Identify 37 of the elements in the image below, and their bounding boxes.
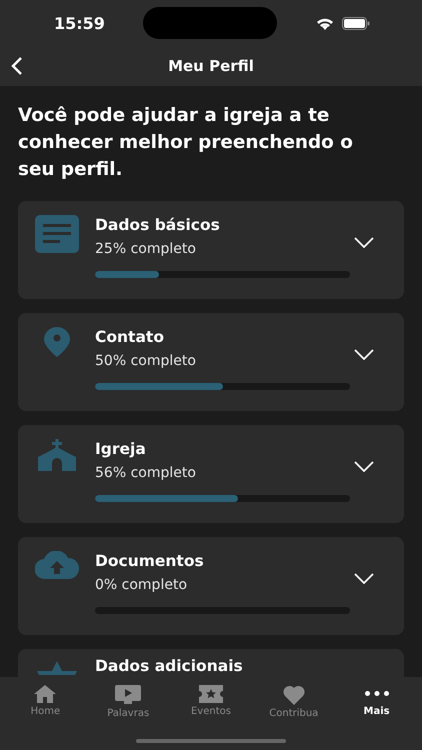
status-time: 15:59 — [54, 14, 105, 32]
battery-icon — [342, 16, 370, 30]
intro-text: Você pode ajudar a igreja a te conhecer melhor preenchendo o seu perfil. — [18, 104, 354, 182]
chevron-down-icon[interactable] — [354, 461, 374, 472]
section-title: Dados adicionais — [95, 657, 244, 675]
progress-text: 25% completo — [95, 241, 197, 257]
section-title: Documentos — [95, 552, 205, 570]
chevron-down-icon[interactable] — [354, 237, 374, 248]
nav-title: Meu Perfil — [168, 57, 254, 75]
tab-bar-item[interactable]: Eventos — [172, 677, 249, 750]
church-icon — [38, 439, 76, 471]
profile-section-card[interactable]: Documentos 0% completo — [18, 537, 404, 635]
heart-icon — [282, 685, 305, 705]
progress-text: 50% completo — [95, 353, 197, 369]
section-title: Igreja — [95, 440, 147, 458]
cloud-upload-icon — [34, 551, 78, 579]
chevron-down-icon[interactable] — [354, 349, 374, 360]
more-icon — [364, 691, 389, 696]
profile-section-card[interactable]: Dados adicionais — [18, 649, 404, 679]
location-pin-icon — [44, 327, 70, 357]
tab-bar-item[interactable]: Home — [7, 677, 84, 750]
progress-text: 56% completo — [95, 465, 197, 481]
section-title: Dados básicos — [95, 216, 221, 234]
profile-section-card[interactable]: Contato 50% completo — [18, 313, 404, 411]
section-title: Contato — [95, 328, 165, 346]
wifi-icon — [316, 16, 334, 30]
document-icon — [34, 215, 78, 253]
tab-bar-item[interactable]: Contribua — [256, 677, 332, 750]
progress-text: 0% completo — [95, 577, 188, 593]
profile-section-card[interactable]: Dados básicos 25% completo — [18, 201, 404, 299]
tab-bar-item[interactable]: Mais — [338, 677, 415, 750]
ticket-icon — [198, 685, 223, 703]
home-icon — [34, 685, 56, 703]
chevron-down-icon[interactable] — [354, 573, 374, 584]
tab-bar-item[interactable]: Palavras — [90, 677, 166, 750]
profile-section-card[interactable]: Igreja 56% completo — [18, 425, 404, 523]
video-icon — [115, 685, 142, 705]
